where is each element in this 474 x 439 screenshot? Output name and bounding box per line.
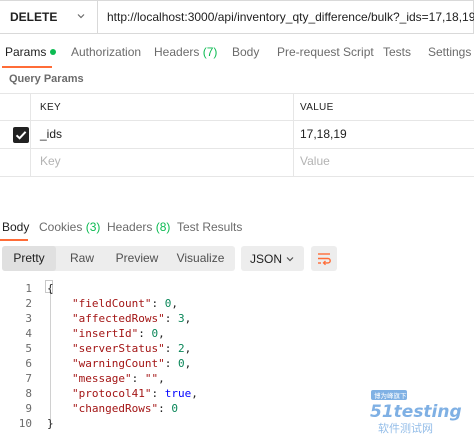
preview-button[interactable]: Preview (108, 246, 166, 271)
language-label: JSON (250, 252, 283, 266)
checkmark-icon (15, 131, 27, 140)
divider (0, 120, 474, 121)
params-indicator-dot (50, 49, 57, 55)
params-table: KEY VALUE _ids 17,18,19 Key Value (0, 93, 474, 177)
headers-count: (7) (202, 45, 218, 59)
line-number: 1 (25, 282, 32, 295)
chevron-down-icon (286, 257, 294, 262)
divider (0, 93, 474, 94)
watermark-logo: 博为峰旗下 51testing 软件测试网 (370, 390, 462, 435)
response-tab-headers[interactable]: Headers (8) (107, 220, 170, 234)
code-line: "insertId": 0, (72, 327, 165, 340)
indent-guide (50, 294, 51, 428)
line-number: 4 (25, 327, 32, 340)
line-number: 10 (18, 417, 32, 430)
code-open-brace: { (47, 282, 54, 295)
param-value[interactable]: 17,18,19 (300, 127, 347, 141)
svg-text:软件测试网: 软件测试网 (378, 421, 433, 435)
code-line: "changedRows": 0 (72, 402, 178, 415)
divider (0, 148, 474, 149)
response-tab-cookies[interactable]: Cookies (3) (39, 220, 100, 234)
divider (30, 93, 31, 177)
cookies-count: (3) (85, 220, 101, 234)
method-label: DELETE (10, 10, 58, 24)
code-line: "affectedRows": 3, (72, 312, 192, 325)
code-line: "fieldCount": 0, (72, 297, 178, 310)
raw-button[interactable]: Raw (56, 246, 108, 271)
line-number: 6 (25, 357, 32, 370)
code-line: "warningCount": 0, (72, 357, 192, 370)
method-select[interactable]: DELETE (0, 0, 98, 34)
new-param-key-input[interactable]: Key (40, 154, 61, 168)
line-number: 3 (25, 312, 32, 325)
url-input[interactable]: http://localhost:3000/api/inventory_qty_… (98, 0, 474, 34)
tab-body[interactable]: Body (232, 45, 259, 59)
response-headers-count: (8) (155, 220, 171, 234)
code-line: "message": "", (72, 372, 165, 385)
active-response-tab-indicator (0, 239, 28, 241)
tab-pre-request-script[interactable]: Pre-request Script (277, 45, 374, 59)
divider (293, 93, 294, 177)
divider (0, 176, 474, 177)
column-header-key: KEY (40, 102, 61, 113)
column-header-value: VALUE (300, 102, 334, 113)
response-tab-body[interactable]: Body (2, 220, 29, 234)
code-close-brace: } (47, 417, 54, 430)
line-number: 7 (25, 372, 32, 385)
param-enabled-checkbox[interactable] (13, 127, 29, 143)
new-param-value-input[interactable]: Value (300, 154, 330, 168)
view-mode-switcher: Pretty Raw Preview Visualize (2, 246, 235, 271)
pretty-button[interactable]: Pretty (2, 246, 56, 271)
svg-text:博为峰旗下: 博为峰旗下 (374, 391, 407, 400)
wrap-lines-button[interactable] (311, 246, 337, 271)
code-line: "serverStatus": 2, (72, 342, 192, 355)
visualize-button[interactable]: Visualize (166, 246, 235, 271)
code-line: "protocol41": true, (72, 387, 198, 400)
active-tab-indicator (2, 66, 52, 68)
tab-settings[interactable]: Settings (428, 45, 471, 59)
tab-tests[interactable]: Tests (383, 45, 411, 59)
wrap-lines-icon (318, 253, 331, 266)
line-number: 2 (25, 297, 32, 310)
line-number: 9 (25, 402, 32, 415)
tab-headers[interactable]: Headers (7) (154, 45, 217, 59)
language-select[interactable]: JSON (241, 246, 304, 271)
url-text: http://localhost:3000/api/inventory_qty_… (107, 10, 474, 24)
tab-authorization[interactable]: Authorization (71, 45, 141, 59)
svg-text:51testing: 51testing (370, 402, 462, 422)
tab-params[interactable]: Params (5, 45, 57, 59)
query-params-title: Query Params (9, 73, 84, 85)
param-key[interactable]: _ids (40, 127, 62, 141)
chevron-down-icon (77, 14, 85, 19)
line-number: 5 (25, 342, 32, 355)
line-number: 8 (25, 387, 32, 400)
response-tab-test-results[interactable]: Test Results (177, 220, 242, 234)
